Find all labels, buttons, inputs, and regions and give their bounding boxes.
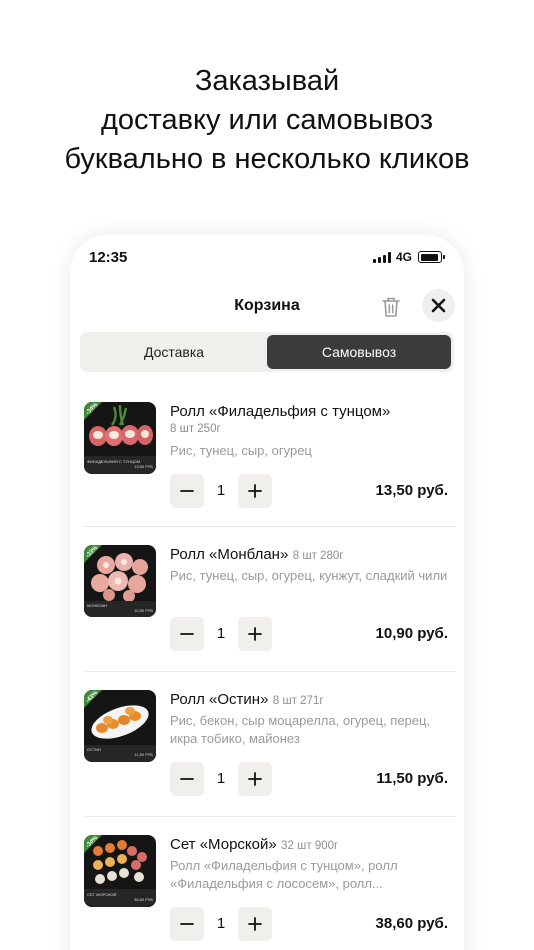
cart-item: -43% ОСТИН 11,50 РУБ Ролл «Остин» 8 шт 2…: [84, 690, 456, 817]
product-name: Сет «Морской»: [170, 836, 277, 853]
plus-icon: [248, 772, 262, 786]
product-name: Ролл «Монблан»: [170, 546, 289, 563]
trash-icon[interactable]: [378, 293, 404, 321]
quantity-stepper: 1 10,90 руб.: [170, 617, 456, 651]
item-price: 13,50 руб.: [375, 482, 448, 499]
battery-icon: [418, 251, 445, 263]
thumb-caption: ФИЛАДЕЛЬФИЯ С ТУНЦОМ: [87, 459, 141, 464]
decrease-button[interactable]: [170, 474, 204, 508]
product-description: Рис, бекон, сыр моцарелла, огурец, перец…: [170, 713, 431, 746]
plus-icon: [248, 627, 262, 641]
phone-frame: 12:35 4G Корзина Доставка Самовывоз -34%…: [70, 235, 464, 950]
headline-line-1: Заказывай: [194, 65, 340, 97]
product-description: Рис, тунец, сыр, огурец, кунжут, сладкий…: [170, 568, 448, 583]
quantity-value: 1: [216, 625, 226, 642]
decrease-button[interactable]: [170, 907, 204, 941]
increase-button[interactable]: [238, 617, 272, 651]
product-title: Ролл «Остин» 8 шт 271г: [170, 690, 456, 711]
product-title: Ролл «Монблан» 8 шт 280г: [170, 545, 456, 566]
quantity-value: 1: [216, 482, 226, 499]
minus-icon: [180, 633, 194, 635]
product-image: -34% ФИЛАДЕЛЬФИЯ С ТУНЦОМ 13,50 РУБ: [84, 402, 156, 474]
divider: [84, 526, 456, 527]
increase-button[interactable]: [238, 907, 272, 941]
close-icon: [431, 298, 446, 313]
product-name: Ролл «Остин»: [170, 691, 269, 708]
product-image: -33% МОНБЛАН 10,90 РУБ: [84, 545, 156, 617]
page-title: Корзина: [234, 297, 300, 314]
quantity-value: 1: [216, 915, 226, 932]
product-meta: 8 шт 250г: [170, 423, 221, 435]
delivery-mode-tabs: Доставка Самовывоз: [80, 332, 454, 372]
product-meta: 8 шт 280г: [292, 550, 344, 562]
thumb-price: 10,90 РУБ: [134, 608, 153, 613]
cart-item: -34% СЕТ МОРСКОЙ 38,60 РУБ Сет «Морской»…: [84, 835, 456, 950]
item-price: 38,60 руб.: [375, 915, 448, 932]
minus-icon: [180, 490, 194, 492]
minus-icon: [180, 923, 194, 925]
thumb-caption: МОНБЛАН: [87, 603, 108, 608]
thumb-price: 38,60 РУБ: [134, 897, 153, 902]
plus-icon: [248, 917, 262, 931]
thumb-caption: ОСТИН: [87, 747, 102, 752]
cart-header: Корзина: [70, 287, 464, 327]
item-price: 11,50 руб.: [376, 770, 448, 787]
quantity-stepper: 1 38,60 руб.: [170, 907, 456, 941]
minus-icon: [180, 778, 194, 780]
increase-button[interactable]: [238, 762, 272, 796]
product-title: Ролл «Филадельфия с тунцом» 8 шт 250г: [170, 402, 456, 436]
item-price: 10,90 руб.: [375, 625, 448, 642]
product-image: -34% СЕТ МОРСКОЙ 38,60 РУБ: [84, 835, 156, 907]
decrease-button[interactable]: [170, 617, 204, 651]
status-time: 12:35: [89, 249, 128, 266]
status-bar: 12:35 4G: [70, 235, 464, 281]
divider: [84, 671, 456, 672]
headline-line-3: буквально в несколько кликов: [64, 143, 470, 175]
product-description: Ролл «Филадельфия с тунцом», ролл «Филад…: [170, 858, 398, 891]
divider: [84, 816, 456, 817]
thumb-caption: СЕТ МОРСКОЙ: [87, 892, 117, 897]
increase-button[interactable]: [238, 474, 272, 508]
quantity-stepper: 1 11,50 руб.: [170, 762, 456, 796]
close-button[interactable]: [422, 289, 455, 322]
product-image: -43% ОСТИН 11,50 РУБ: [84, 690, 156, 762]
product-description: Рис, тунец, сыр, огурец: [170, 443, 312, 458]
quantity-value: 1: [216, 770, 226, 787]
plus-icon: [248, 484, 262, 498]
product-meta: 32 шт 900г: [281, 840, 339, 852]
tab-pickup[interactable]: Самовывоз: [267, 335, 451, 369]
product-meta: 8 шт 271г: [272, 695, 324, 707]
cart-item: -33% МОНБЛАН 10,90 РУБ Ролл «Монблан» 8 …: [84, 545, 456, 672]
tab-delivery[interactable]: Доставка: [82, 335, 266, 369]
decrease-button[interactable]: [170, 762, 204, 796]
product-name: Ролл «Филадельфия с тунцом»: [170, 403, 391, 420]
signal-icon: [373, 252, 391, 263]
network-label: 4G: [396, 250, 413, 264]
product-title: Сет «Морской» 32 шт 900г: [170, 835, 456, 856]
quantity-stepper: 1 13,50 руб.: [170, 474, 456, 508]
thumb-price: 11,50 РУБ: [134, 752, 153, 757]
thumb-price: 13,50 РУБ: [134, 464, 153, 469]
promo-headline: Заказывай доставку или самовывоз букваль…: [0, 62, 534, 179]
headline-line-2: доставку или самовывоз: [100, 104, 434, 136]
cart-item: -34% ФИЛАДЕЛЬФИЯ С ТУНЦОМ 13,50 РУБ Ролл…: [84, 402, 456, 527]
